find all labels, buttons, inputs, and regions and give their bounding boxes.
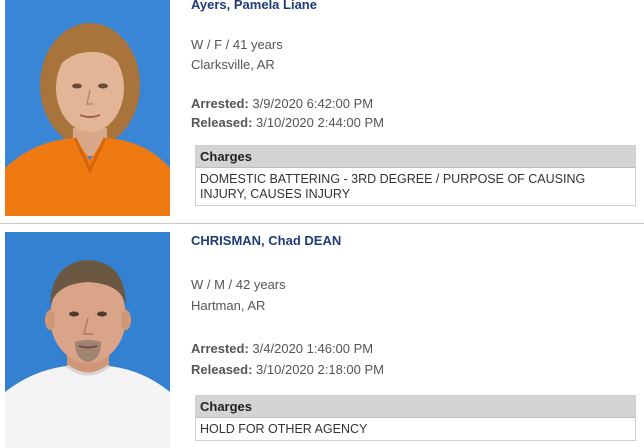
released-date: 3/10/2020 2:44:00 PM [256,115,384,130]
released-label: Released: [191,362,253,377]
arrested-label: Arrested: [191,96,249,111]
charge-description: DOMESTIC BATTERING - 3RD DEGREE / PURPOS… [200,172,586,201]
inmate-record: Ayers, Pamela Liane W / F / 41 years Cla… [0,0,644,222]
inmate-photo[interactable] [5,232,170,448]
inmate-name[interactable]: CHRISMAN, Chad DEAN [191,233,341,248]
mugshot-image [5,0,170,216]
charges-table: Charges HOLD FOR OTHER AGENCY [195,395,636,441]
location: Clarksville, AR [191,57,275,72]
arrested-label: Arrested: [191,341,249,356]
arrested-date: 3/4/2020 1:46:00 PM [252,341,374,356]
released-label: Released: [191,115,253,130]
inmate-photo[interactable] [5,0,170,216]
arrested-date: 3/9/2020 6:42:00 PM [252,96,374,111]
charges-table: Charges DOMESTIC BATTERING - 3RD DEGREE … [195,145,636,206]
charge-description: HOLD FOR OTHER AGENCY [200,422,368,436]
charges-header: Charges [196,396,635,418]
mugshot-image [5,232,170,448]
demographics: W / M / 42 years [191,277,286,292]
arrested-line: Arrested: 3/4/2020 1:46:00 PM [191,341,373,356]
charges-header: Charges [196,146,635,168]
released-line: Released: 3/10/2020 2:18:00 PM [191,362,384,377]
released-date: 3/10/2020 2:18:00 PM [256,362,384,377]
arrested-line: Arrested: 3/9/2020 6:42:00 PM [191,96,373,111]
inmate-name[interactable]: Ayers, Pamela Liane [191,0,317,12]
released-line: Released: 3/10/2020 2:44:00 PM [191,115,384,130]
location: Hartman, AR [191,298,266,313]
inmate-record: CHRISMAN, Chad DEAN W / M / 42 years Har… [0,222,644,448]
demographics: W / F / 41 years [191,37,283,52]
